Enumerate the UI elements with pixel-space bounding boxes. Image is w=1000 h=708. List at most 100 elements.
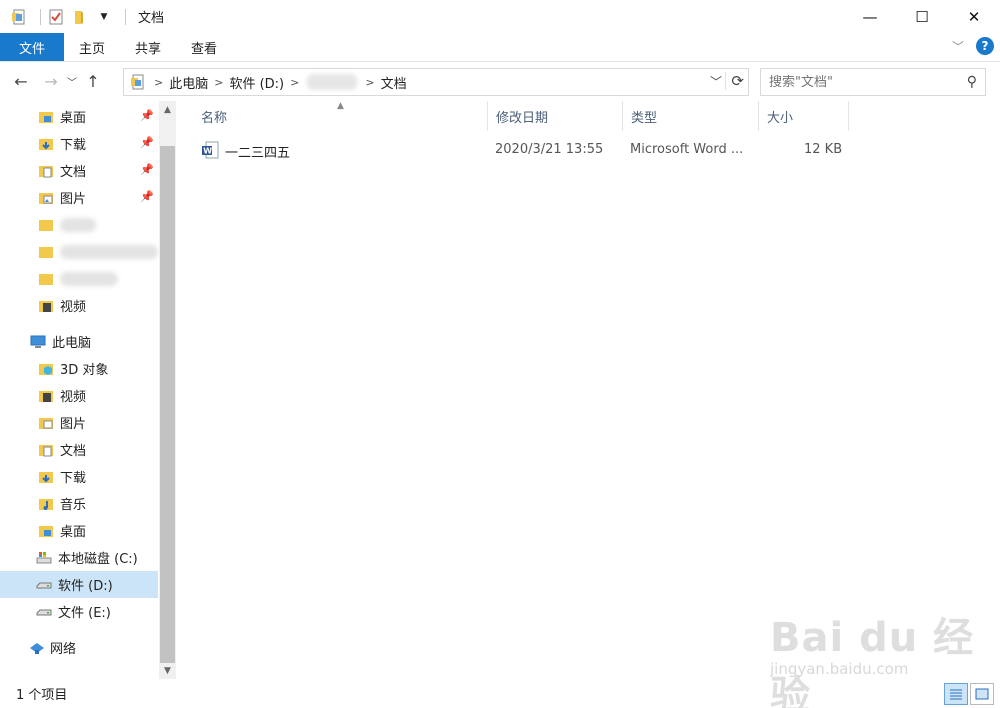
- checkmark-properties-icon[interactable]: [47, 8, 65, 26]
- column-header-size[interactable]: 大小: [759, 101, 849, 131]
- desktop-folder-icon: [38, 109, 54, 125]
- tab-home[interactable]: 主页: [64, 33, 120, 61]
- customize-toolbar-dropdown-icon[interactable]: ▼: [95, 8, 113, 26]
- sidebar-item-label: 桌面: [60, 111, 87, 126]
- scroll-up-arrow-icon[interactable]: ▲: [159, 101, 176, 118]
- search-input[interactable]: [769, 74, 959, 90]
- folder-icon: [38, 217, 54, 233]
- blurred-label: [59, 244, 158, 259]
- sidebar-item-label: 文件 (E:): [58, 606, 111, 621]
- sidebar-item-drive-d[interactable]: 软件 (D:): [0, 571, 158, 598]
- refresh-icon[interactable]: ⟳: [725, 72, 744, 90]
- column-header-type[interactable]: 类型: [623, 101, 759, 131]
- svg-text:W: W: [203, 147, 212, 156]
- pin-icon[interactable]: 📌: [140, 136, 154, 149]
- sidebar-item-label: 软件 (D:): [58, 579, 113, 594]
- search-box[interactable]: ⚲: [760, 68, 986, 96]
- sidebar-item-label: 图片: [60, 417, 87, 432]
- sidebar-item-label: 下载: [60, 471, 87, 486]
- pictures-folder-icon: [38, 190, 54, 206]
- file-type: Microsoft Word ...: [630, 142, 744, 157]
- sidebar-item-drive-c[interactable]: 本地磁盘 (C:): [0, 544, 158, 571]
- sidebar-item-drive-e[interactable]: 文件 (E:): [0, 598, 158, 625]
- sidebar-item-documents[interactable]: 文档: [0, 436, 158, 463]
- file-row[interactable]: W 一二三四五 2020/3/21 13:55 Microsoft Word .…: [197, 138, 857, 162]
- blurred-breadcrumb[interactable]: [307, 74, 358, 90]
- sidebar-item-network[interactable]: 网络: [0, 634, 158, 661]
- sidebar-item-label: 视频: [60, 300, 87, 315]
- sidebar-item-downloads[interactable]: 下载 📌: [0, 130, 158, 157]
- sidebar-item-blurred[interactable]: [0, 211, 158, 238]
- breadcrumb-drive-d[interactable]: 软件 (D:): [229, 73, 284, 92]
- sidebar-item-videos[interactable]: 视频: [0, 382, 158, 409]
- pictures-folder-icon: [38, 415, 54, 431]
- sidebar-item-label: 图片: [60, 192, 87, 207]
- location-folder-icon: [130, 74, 146, 90]
- breadcrumb-separator-icon[interactable]: >: [365, 76, 374, 89]
- word-document-icon: W: [201, 141, 219, 163]
- toolbar-divider: [125, 8, 126, 25]
- sidebar-item-label: 此电脑: [52, 336, 92, 351]
- expand-ribbon-chevron-icon[interactable]: ﹀: [952, 38, 964, 55]
- sidebar-item-label: 音乐: [60, 498, 87, 513]
- downloads-folder-icon: [38, 136, 54, 152]
- sidebar-item-videos[interactable]: 视频: [0, 292, 158, 319]
- search-icon[interactable]: ⚲: [967, 74, 977, 90]
- pin-icon[interactable]: 📌: [140, 163, 154, 176]
- videos-folder-icon: [38, 388, 54, 404]
- breadcrumb-separator-icon[interactable]: >: [214, 76, 223, 89]
- title-bar: ▼ 文档 — ☐ ✕: [0, 0, 1000, 33]
- desktop-folder-icon: [38, 523, 54, 539]
- tab-view[interactable]: 查看: [176, 33, 232, 61]
- sidebar-item-pictures[interactable]: 图片 📌: [0, 184, 158, 211]
- address-dropdown-icon[interactable]: ﹀: [710, 73, 722, 90]
- sidebar-item-label: 下载: [60, 138, 87, 153]
- pin-icon[interactable]: 📌: [140, 109, 154, 122]
- breadcrumb-this-pc[interactable]: 此电脑: [169, 73, 208, 92]
- sidebar-item-label: 3D 对象: [60, 363, 109, 378]
- details-view-icon[interactable]: [944, 683, 968, 705]
- sidebar-item-music[interactable]: 音乐: [0, 490, 158, 517]
- network-icon: [28, 640, 44, 656]
- large-icons-view-icon[interactable]: [970, 683, 994, 705]
- maximize-button[interactable]: ☐: [896, 0, 948, 33]
- help-icon[interactable]: ?: [976, 37, 994, 55]
- sidebar-item-documents[interactable]: 文档 📌: [0, 157, 158, 184]
- back-arrow-icon[interactable]: ←: [8, 67, 34, 97]
- blurred-label: [60, 271, 118, 286]
- sidebar-item-downloads[interactable]: 下载: [0, 463, 158, 490]
- breadcrumb-documents[interactable]: 文档: [381, 73, 407, 92]
- sidebar-item-blurred[interactable]: [0, 238, 158, 265]
- sidebar-scrollbar[interactable]: ▲ ▼: [159, 101, 176, 679]
- navigation-pane: 桌面 📌 下载 📌 文档 📌 图片 📌 视频 此电脑 3D 对象 视频 图片 文…: [0, 101, 160, 679]
- sidebar-item-label: 文档: [60, 444, 87, 459]
- sidebar-item-3d-objects[interactable]: 3D 对象: [0, 355, 158, 382]
- minimize-button[interactable]: —: [844, 0, 896, 33]
- column-header-name[interactable]: 名称: [193, 101, 488, 131]
- recent-locations-dropdown-icon[interactable]: ﹀: [64, 67, 80, 97]
- forward-arrow-icon[interactable]: →: [38, 67, 64, 97]
- sidebar-item-this-pc[interactable]: 此电脑: [0, 328, 158, 355]
- pin-icon[interactable]: 📌: [140, 190, 154, 203]
- close-button[interactable]: ✕: [948, 0, 1000, 33]
- file-date: 2020/3/21 13:55: [495, 142, 604, 157]
- drive-icon: [36, 577, 52, 593]
- scrollbar-thumb[interactable]: [160, 146, 175, 663]
- item-count: 1 个项目: [16, 688, 68, 703]
- address-bar[interactable]: > 此电脑 > 软件 (D:) > > 文档 ﹀ ⟳: [123, 68, 749, 96]
- tab-share[interactable]: 共享: [120, 33, 176, 61]
- new-folder-icon[interactable]: [71, 8, 89, 26]
- sidebar-item-desktop[interactable]: 桌面: [0, 517, 158, 544]
- column-header-date[interactable]: 修改日期: [488, 101, 623, 131]
- tab-file[interactable]: 文件: [0, 33, 64, 61]
- scroll-down-arrow-icon[interactable]: ▼: [159, 662, 176, 679]
- downloads-folder-icon: [38, 469, 54, 485]
- folder-properties-icon[interactable]: [10, 8, 28, 26]
- breadcrumb-separator-icon[interactable]: >: [290, 76, 299, 89]
- up-arrow-icon[interactable]: ↑: [80, 67, 106, 97]
- sidebar-item-pictures[interactable]: 图片: [0, 409, 158, 436]
- breadcrumb-separator-icon[interactable]: >: [154, 76, 163, 89]
- sidebar-item-blurred[interactable]: [0, 265, 158, 292]
- blurred-label: [60, 217, 96, 232]
- sidebar-item-desktop[interactable]: 桌面 📌: [0, 103, 158, 130]
